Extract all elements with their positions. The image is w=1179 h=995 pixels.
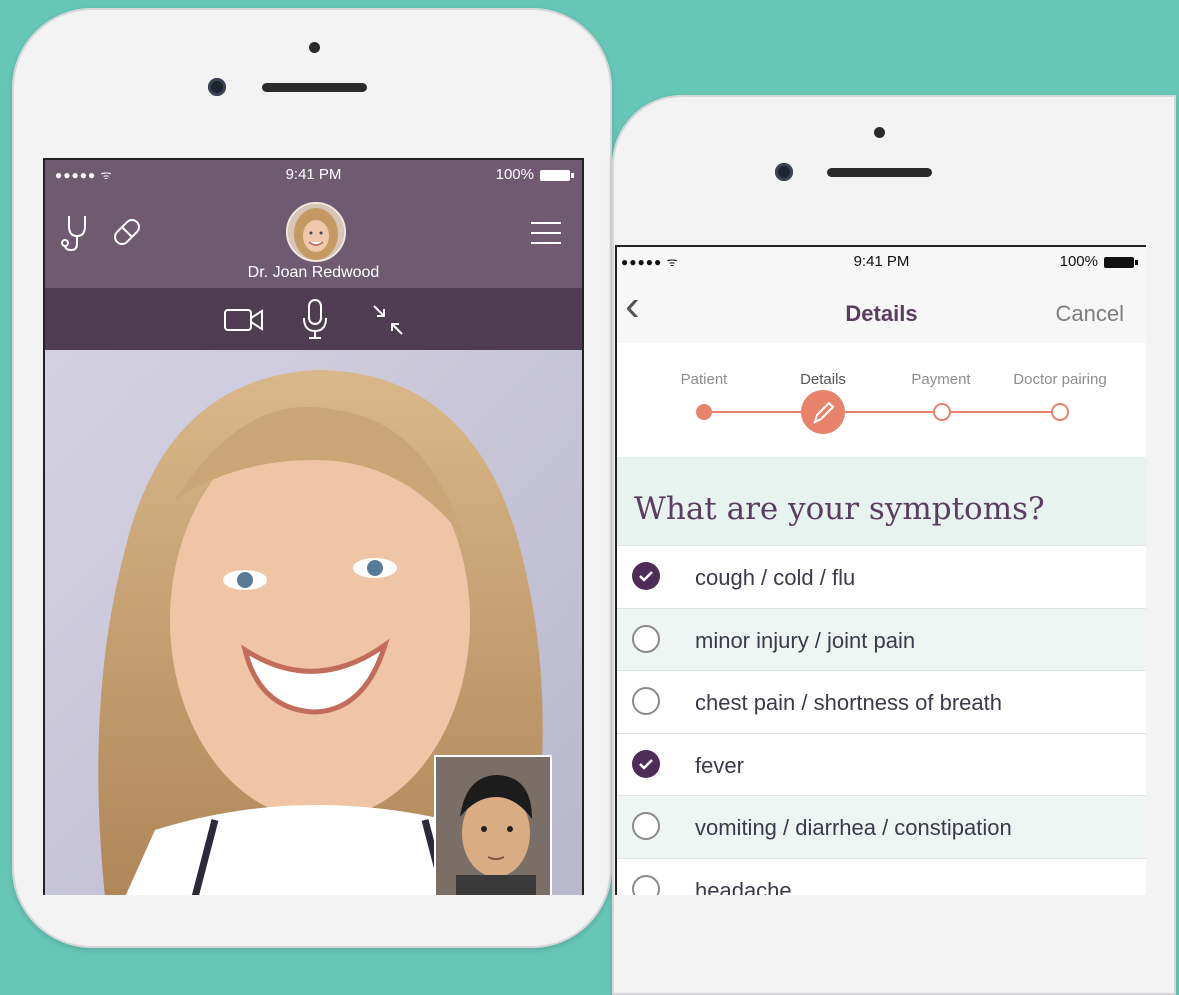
symptom-option[interactable]: chest pain / shortness of breath bbox=[617, 670, 1146, 733]
step-dot-payment bbox=[933, 403, 951, 421]
menu-icon[interactable] bbox=[530, 220, 562, 246]
pill-icon[interactable] bbox=[109, 214, 145, 250]
nav-bar: ‹ Details Cancel bbox=[617, 275, 1146, 344]
checkbox-unchecked-icon[interactable] bbox=[632, 874, 660, 895]
earpiece bbox=[262, 83, 367, 92]
symptom-label: cough / cold / flu bbox=[695, 565, 856, 590]
symptom-label: chest pain / shortness of breath bbox=[695, 690, 1002, 715]
checkbox-unchecked-icon[interactable] bbox=[632, 624, 660, 653]
symptom-label: fever bbox=[695, 752, 744, 778]
checkbox-unchecked-icon[interactable] bbox=[632, 812, 660, 840]
battery-indicator: 100% bbox=[1060, 253, 1138, 270]
checkbox-checked-icon[interactable] bbox=[632, 749, 660, 778]
status-bar: ●●●●● ᯤ 9:41 PM 100% bbox=[617, 247, 1146, 275]
symptom-label: minor injury / joint pain bbox=[695, 627, 916, 653]
checkbox-unchecked-icon[interactable] bbox=[632, 687, 660, 715]
video-call-screen: ●●●●● ᯤ 9:41 PM 100% Dr. Joan Redwood bbox=[43, 158, 584, 895]
question-text: What are your symptoms? bbox=[634, 491, 1045, 527]
symptom-option[interactable]: minor injury / joint pain bbox=[617, 607, 1146, 671]
stepper-track bbox=[696, 390, 1069, 434]
minimize-icon[interactable] bbox=[371, 303, 405, 337]
question-header: What are your symptoms? bbox=[617, 457, 1146, 545]
symptom-label: vomiting / diarrhea / constipation bbox=[695, 815, 1012, 840]
symptom-option[interactable]: headache bbox=[617, 857, 1146, 896]
step-label-doctor-pairing: Doctor pairing bbox=[1013, 371, 1107, 388]
front-camera bbox=[775, 163, 793, 181]
progress-stepper: Patient Details Payment Doctor pairing bbox=[617, 343, 1146, 457]
step-dot-details bbox=[801, 390, 845, 434]
doctor-name: Dr. Joan Redwood bbox=[247, 264, 380, 281]
call-header: ●●●●● ᯤ 9:41 PM 100% Dr. Joan Redwood bbox=[45, 160, 582, 288]
microphone-icon[interactable] bbox=[301, 298, 329, 340]
earpiece bbox=[827, 168, 932, 177]
symptom-label: headache bbox=[695, 877, 792, 896]
cancel-button[interactable]: Cancel bbox=[1056, 301, 1124, 327]
stethoscope-icon[interactable] bbox=[61, 212, 99, 254]
checkbox-checked-icon[interactable] bbox=[632, 562, 660, 590]
front-camera bbox=[208, 78, 226, 96]
symptom-option[interactable]: vomiting / diarrhea / constipation bbox=[617, 795, 1146, 858]
step-dot-patient bbox=[696, 404, 712, 420]
front-sensor bbox=[309, 42, 320, 53]
doctor-avatar[interactable] bbox=[286, 202, 346, 262]
symptom-option[interactable]: fever bbox=[617, 732, 1146, 796]
doctor-video-feed bbox=[45, 350, 582, 895]
call-controls bbox=[45, 288, 582, 350]
status-bar: ●●●●● ᯤ 9:41 PM 100% bbox=[45, 160, 582, 188]
symptom-option[interactable]: cough / cold / flu bbox=[617, 545, 1146, 608]
symptoms-screen: ●●●●● ᯤ 9:41 PM 100% ‹ Details Cancel Pa… bbox=[615, 245, 1146, 895]
step-dot-doctor-pairing bbox=[1051, 403, 1069, 421]
video-camera-icon[interactable] bbox=[223, 306, 265, 334]
front-sensor bbox=[874, 127, 885, 138]
battery-indicator: 100% bbox=[496, 166, 574, 183]
self-view-thumbnail[interactable] bbox=[434, 755, 552, 895]
